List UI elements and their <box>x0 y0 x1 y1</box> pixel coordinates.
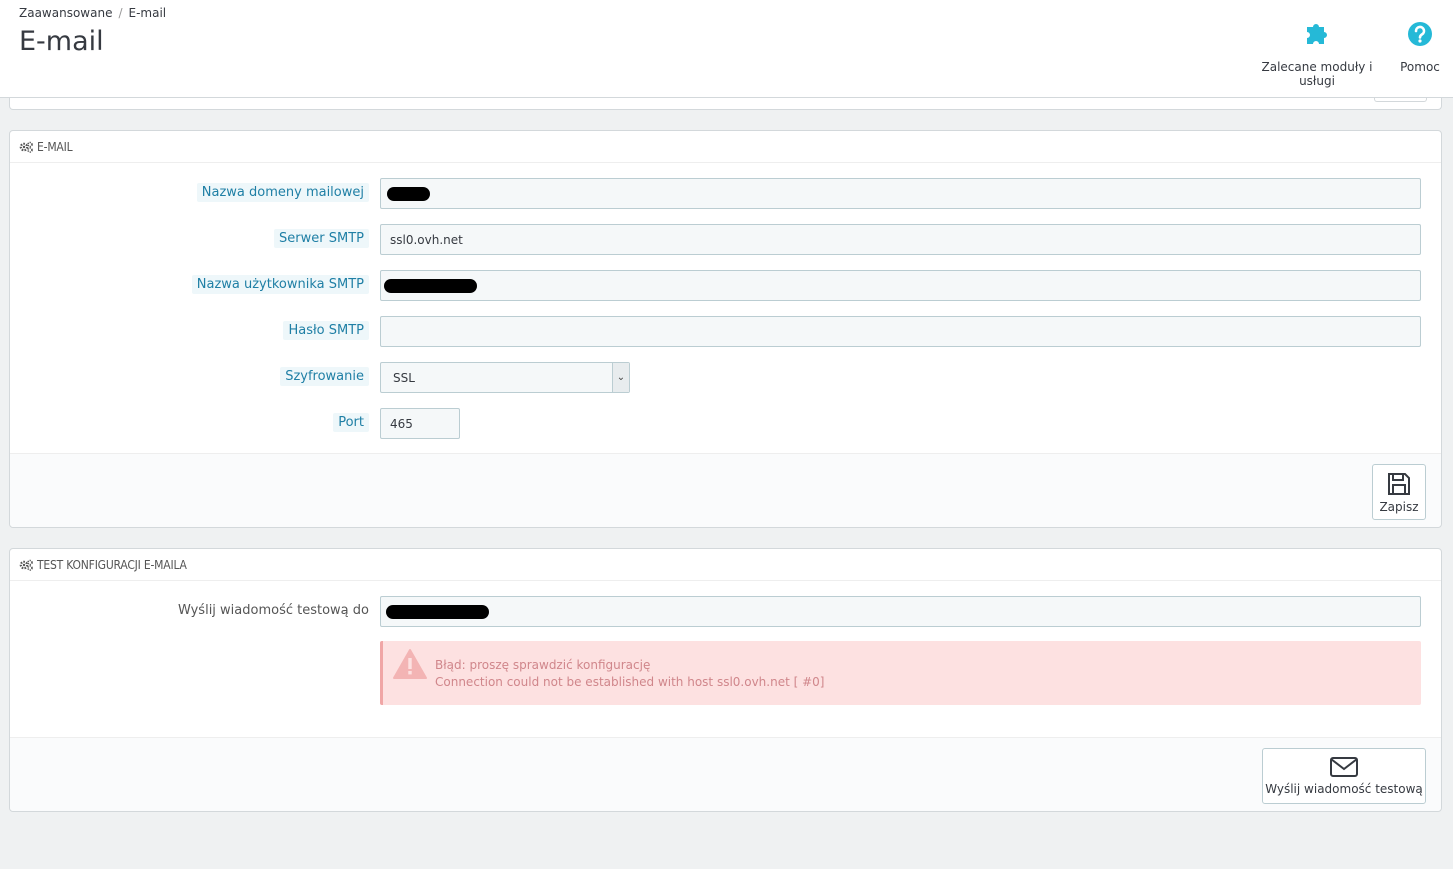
port-label: Port <box>333 413 369 432</box>
send-test-email-button[interactable]: Wyślij wiadomość testową <box>1262 748 1426 804</box>
save-label: Zapisz <box>1379 500 1419 514</box>
recommended-modules-label: Zalecane moduły i usługi <box>1261 60 1373 88</box>
smtp-server-input[interactable]: ssl0.ovh.net <box>380 224 1421 255</box>
help-button[interactable]: Pomoc <box>1396 20 1444 74</box>
domain-row: Nazwa domeny mailowej <box>10 178 1441 210</box>
warning-icon <box>393 649 427 679</box>
smtp-password-label: Hasło SMTP <box>283 321 369 340</box>
port-input[interactable]: 465 <box>380 408 460 439</box>
breadcrumb: Zaawansowane / E-mail <box>19 6 166 20</box>
panel-title: TEST KONFIGURACJI E-MAILA <box>37 557 187 572</box>
help-label: Pomoc <box>1400 60 1440 74</box>
recommended-modules-button[interactable]: Zalecane moduły i usługi <box>1246 20 1388 88</box>
redacted-value <box>384 279 477 293</box>
smtp-password-input[interactable] <box>380 316 1421 347</box>
send-to-row: Wyślij wiadomość testową do <box>10 596 1441 628</box>
previous-panel-stub <box>9 98 1442 110</box>
panel-footer: Wyślij wiadomość testową <box>10 737 1441 811</box>
chevron-down-icon[interactable]: ⌄ <box>612 363 629 392</box>
encryption-select[interactable]: SSL ⌄ <box>380 362 630 393</box>
error-title: Błąd: proszę sprawdzić konfigurację <box>435 658 651 672</box>
email-settings-panel: E-MAIL Nazwa domeny mailowej Serwer SMTP… <box>9 130 1442 528</box>
panel-heading: TEST KONFIGURACJI E-MAILA <box>10 549 1441 581</box>
domain-label: Nazwa domeny mailowej <box>196 183 369 202</box>
smtp-password-row: Hasło SMTP <box>10 316 1441 348</box>
send-to-input[interactable] <box>380 596 1421 627</box>
port-row: Port 465 <box>10 408 1441 440</box>
page-header: Zaawansowane / E-mail E-mail Zalecane modu… <box>0 0 1453 98</box>
smtp-server-row: Serwer SMTP ssl0.ovh.net <box>10 224 1441 256</box>
encryption-row: Szyfrowanie SSL ⌄ <box>10 362 1441 394</box>
send-test-email-label: Wyślij wiadomość testową <box>1265 782 1423 796</box>
redacted-value <box>386 605 489 619</box>
page-title: E-mail <box>19 26 104 57</box>
envelope-icon <box>1330 757 1358 777</box>
smtp-user-label: Nazwa użytkownika SMTP <box>191 275 369 294</box>
error-detail: Connection could not be established with… <box>435 675 825 689</box>
error-alert: Błąd: proszę sprawdzić konfigurację Conn… <box>380 641 1421 705</box>
save-button[interactable]: Zapisz <box>1372 464 1426 520</box>
cogs-icon <box>19 141 33 153</box>
encryption-value: SSL <box>393 371 415 385</box>
question-circle-icon <box>1408 22 1432 46</box>
breadcrumb-current: E-mail <box>128 6 167 20</box>
cogs-icon <box>19 559 33 571</box>
domain-input[interactable] <box>380 178 1421 209</box>
previous-panel-button-stub[interactable] <box>1374 98 1427 102</box>
floppy-disk-icon <box>1388 473 1410 495</box>
smtp-server-label: Serwer SMTP <box>274 229 369 248</box>
smtp-user-row: Nazwa użytkownika SMTP <box>10 270 1441 302</box>
encryption-label: Szyfrowanie <box>280 367 369 386</box>
panel-title: E-MAIL <box>37 139 73 154</box>
panel-footer: Zapisz <box>10 453 1441 527</box>
breadcrumb-separator: / <box>118 6 123 20</box>
smtp-user-input[interactable] <box>380 270 1421 301</box>
send-to-label: Wyślij wiadomość testową do <box>177 603 369 618</box>
panel-heading: E-MAIL <box>10 131 1441 163</box>
breadcrumb-parent[interactable]: Zaawansowane <box>19 6 112 20</box>
redacted-value <box>387 187 430 201</box>
email-test-panel: TEST KONFIGURACJI E-MAILA Wyślij wiadomo… <box>9 548 1442 812</box>
puzzle-icon <box>1307 24 1327 44</box>
error-text: Błąd: proszę sprawdzić konfigurację Conn… <box>435 657 824 691</box>
